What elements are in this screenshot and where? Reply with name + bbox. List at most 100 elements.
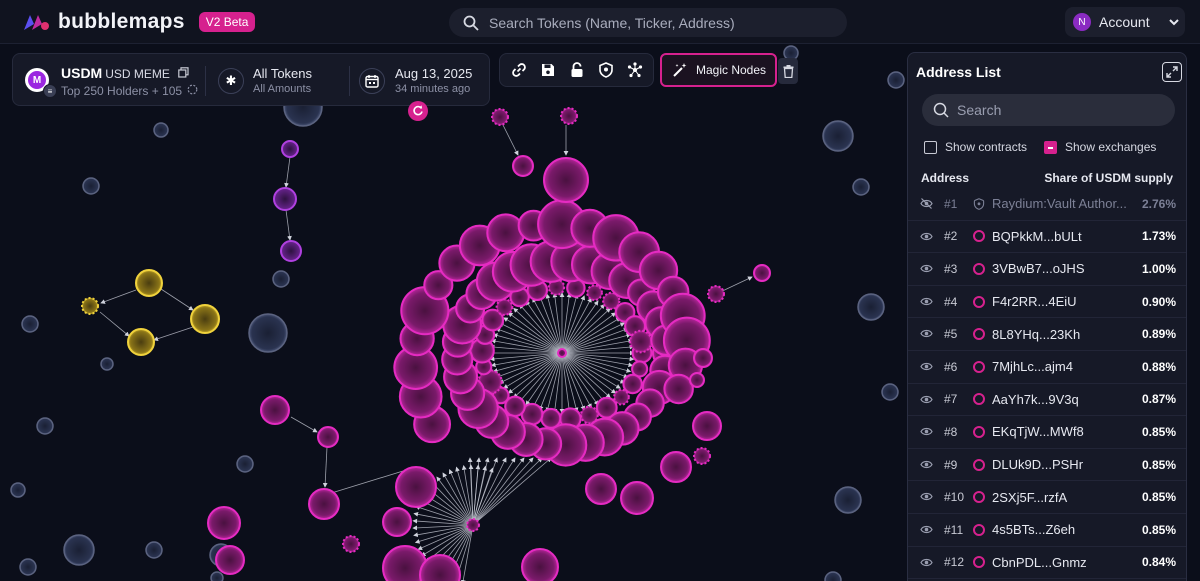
holder-bubble[interactable]: [824, 571, 842, 581]
holder-bubble[interactable]: [613, 388, 630, 406]
holder-bubble[interactable]: [707, 285, 725, 303]
address-row[interactable]: #9 DLUk9D...PSHr 0.85%: [908, 449, 1186, 482]
holder-bubble[interactable]: [693, 447, 711, 465]
holder-bubble[interactable]: [236, 455, 254, 473]
link-button[interactable]: [508, 59, 530, 81]
holder-bubble[interactable]: [135, 269, 163, 297]
holder-bubble[interactable]: [663, 373, 694, 405]
holder-bubble[interactable]: [557, 348, 567, 358]
holder-bubble[interactable]: [207, 506, 241, 540]
holder-bubble[interactable]: [689, 372, 705, 388]
column-header-address[interactable]: Address: [921, 171, 969, 185]
holder-bubble[interactable]: [280, 240, 302, 262]
address-row[interactable]: #8 EKqTjW...MWf8 0.85%: [908, 416, 1186, 449]
holder-bubble[interactable]: [521, 548, 559, 581]
holder-bubble[interactable]: [692, 411, 722, 441]
holder-bubble[interactable]: [543, 157, 589, 203]
account-button[interactable]: N Account: [1065, 7, 1185, 37]
holder-bubble[interactable]: [586, 284, 603, 302]
holder-bubble[interactable]: [10, 482, 26, 498]
date-picker-button[interactable]: [359, 68, 385, 94]
holder-bubble[interactable]: [660, 451, 692, 483]
holder-bubble[interactable]: [63, 534, 95, 566]
delete-button[interactable]: [778, 58, 798, 84]
holder-bubble[interactable]: [622, 373, 643, 395]
address-row[interactable]: #4 F4r2RR...4EiU 0.90%: [908, 286, 1186, 319]
holder-bubble[interactable]: [127, 328, 155, 356]
address-row[interactable]: #3 3VBwB7...oJHS 1.00%: [908, 253, 1186, 286]
token-search-input[interactable]: Search Tokens (Name, Ticker, Address): [449, 8, 847, 37]
holder-bubble[interactable]: [585, 473, 617, 505]
holder-bubble[interactable]: [19, 558, 37, 576]
address-row[interactable]: #12 CbnPDL...Gnmz 0.84%: [908, 547, 1186, 580]
holder-bubble[interactable]: [82, 177, 100, 195]
holder-bubble[interactable]: [342, 535, 360, 553]
copy-icon[interactable]: [177, 67, 189, 78]
holder-bubble[interactable]: [822, 120, 854, 152]
holder-bubble[interactable]: [887, 71, 905, 89]
show-contracts-toggle[interactable]: Show contracts: [924, 140, 1027, 154]
holder-bubble[interactable]: [495, 298, 514, 317]
address-row[interactable]: #6 7MjhLc...ajm4 0.88%: [908, 351, 1186, 384]
holder-bubble[interactable]: [834, 486, 862, 514]
network-button[interactable]: [624, 59, 646, 81]
show-exchanges-checkbox[interactable]: [1044, 140, 1057, 154]
holder-bubble[interactable]: [190, 304, 220, 334]
address-row[interactable]: #5 8L8YHq...23Kh 0.89%: [908, 318, 1186, 351]
address-row[interactable]: #11 4s5BTs...Z6eh 0.85%: [908, 514, 1186, 547]
holder-bubble[interactable]: [210, 571, 224, 581]
brand-logo[interactable]: bubblemaps V2 Beta: [22, 10, 256, 34]
eye-icon[interactable]: [920, 296, 933, 307]
holder-bubble[interactable]: [560, 107, 578, 125]
eye-icon[interactable]: [920, 557, 933, 568]
lock-button[interactable]: [566, 59, 588, 81]
holder-bubble[interactable]: [248, 313, 288, 353]
holder-bubble[interactable]: [153, 122, 169, 138]
holder-bubble[interactable]: [308, 488, 340, 520]
address-row[interactable]: #1 Raydium:Vault Author... 2.76%: [908, 188, 1186, 221]
holder-bubble[interactable]: [100, 357, 114, 371]
holder-bubble[interactable]: [491, 108, 509, 126]
token-filter-button[interactable]: ✱: [218, 68, 244, 94]
save-button[interactable]: [537, 59, 559, 81]
holder-bubble[interactable]: [486, 213, 526, 253]
eye-icon[interactable]: [920, 361, 933, 372]
address-row[interactable]: #10 2SXj5F...rzfA 0.85%: [908, 481, 1186, 514]
holder-bubble[interactable]: [881, 383, 899, 401]
show-exchanges-toggle[interactable]: Show exchanges: [1044, 140, 1156, 154]
holder-bubble[interactable]: [620, 481, 654, 515]
holder-bubble[interactable]: [317, 426, 339, 448]
holder-bubble[interactable]: [382, 507, 412, 537]
holder-bubble[interactable]: [215, 545, 245, 575]
holder-bubble[interactable]: [273, 187, 297, 211]
holder-bubble[interactable]: [81, 297, 99, 315]
holder-bubble[interactable]: [395, 466, 437, 508]
holder-bubble[interactable]: [628, 329, 653, 354]
eye-icon[interactable]: [920, 426, 933, 437]
holder-bubble[interactable]: [260, 395, 290, 425]
magic-nodes-button[interactable]: Magic Nodes: [660, 53, 777, 87]
holder-bubble[interactable]: [852, 178, 870, 196]
eye-icon[interactable]: [920, 491, 933, 502]
expand-button[interactable]: [1162, 62, 1182, 82]
address-row[interactable]: #7 AaYh7k...9V3q 0.87%: [908, 384, 1186, 417]
eye-icon[interactable]: [920, 231, 933, 242]
holder-bubble[interactable]: [753, 264, 771, 282]
column-header-share[interactable]: Share of USDM supply: [1044, 171, 1173, 185]
eye-icon[interactable]: [920, 394, 933, 405]
eye-off-icon[interactable]: [920, 198, 933, 209]
address-search-input[interactable]: Search: [922, 94, 1175, 126]
holder-bubble[interactable]: [693, 348, 713, 368]
shield-button[interactable]: [595, 59, 617, 81]
eye-icon[interactable]: [920, 459, 933, 470]
holder-bubble[interactable]: [21, 315, 39, 333]
eye-icon[interactable]: [920, 263, 933, 274]
holder-bubble[interactable]: [512, 155, 534, 177]
holder-bubble[interactable]: [466, 518, 480, 532]
eye-icon[interactable]: [920, 328, 933, 339]
holder-bubble[interactable]: [857, 293, 885, 321]
refresh-button[interactable]: [408, 101, 428, 121]
address-row[interactable]: #2 BQPkkM...bULt 1.73%: [908, 221, 1186, 254]
eye-icon[interactable]: [920, 524, 933, 535]
show-contracts-checkbox[interactable]: [924, 140, 937, 154]
